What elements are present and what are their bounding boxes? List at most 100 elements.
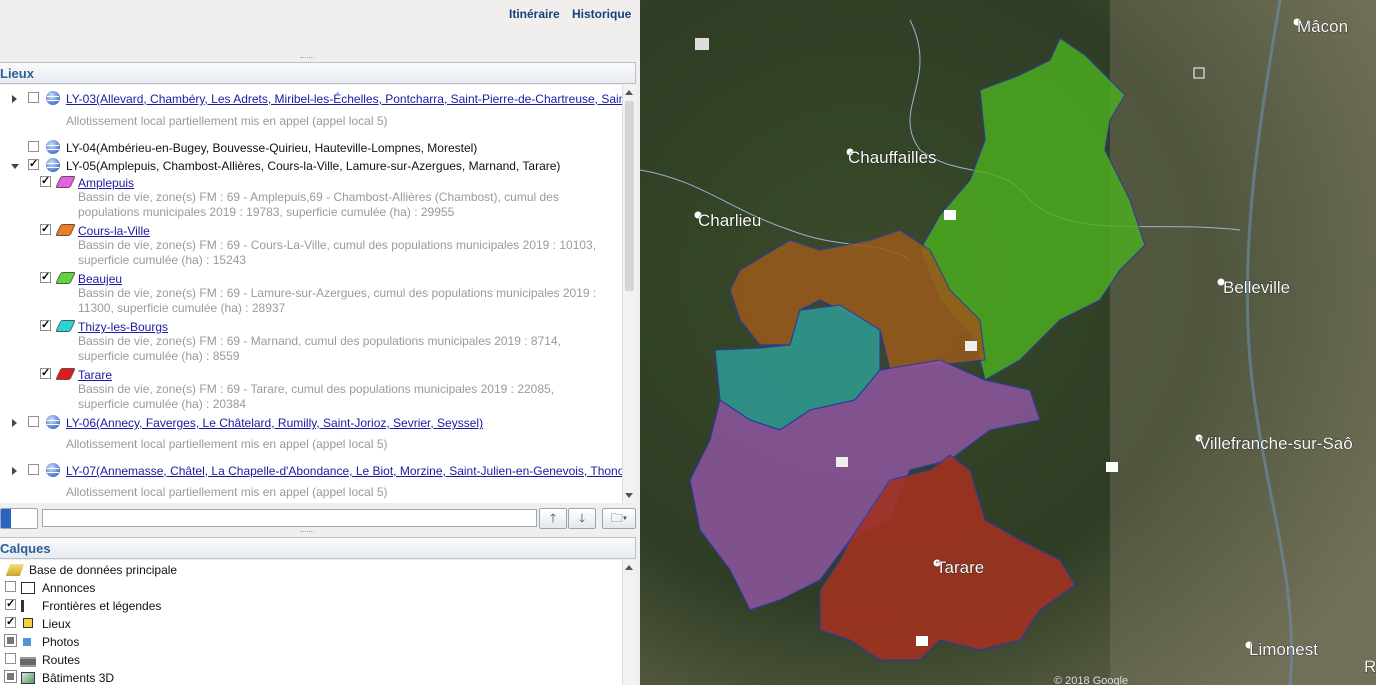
item-description: Allotissement local partiellement mis en… [66,114,388,128]
city-label: Villefranche-sur-Saô [1199,434,1353,453]
checkbox[interactable] [5,653,16,664]
item-label[interactable]: LY-06(Annecy, Faverges, Le Châtelard, Ru… [66,416,483,430]
item-label[interactable]: Amplepuis [78,176,134,190]
item-description: Allotissement local partiellement mis en… [66,485,388,499]
layer-root-label: Base de données principale [29,563,178,577]
checkbox[interactable] [28,464,39,475]
checkbox[interactable]: ✓ [40,368,51,379]
checkbox[interactable]: ✓ [40,176,51,187]
checkbox[interactable]: ✓ [40,320,51,331]
layers-header[interactable]: Calques [0,537,636,559]
polygon-icon [55,368,76,380]
splitter[interactable] [0,530,640,536]
city-label: Limonest [1249,640,1318,659]
expand-arrow-icon[interactable] [12,419,17,427]
globe-folder-icon [46,140,60,154]
sidebar: Itinéraire Historique Lieux LY-03(Alleva… [0,0,640,685]
itinerary-link[interactable]: Itinéraire [509,7,560,21]
expand-arrow-icon[interactable] [12,467,17,475]
globe-folder-icon [46,158,60,172]
flag-icon [21,600,24,612]
folder-button[interactable]: 🗀▾ [602,508,636,529]
checkbox[interactable]: ✓ [40,224,51,235]
polygon-icon [55,320,76,332]
museum-icon [695,38,709,50]
building-icon [21,672,35,684]
layer-label: Annonces [42,581,96,595]
city-label: Charlieu [698,211,761,230]
checkbox[interactable]: ✓ [28,159,39,170]
collapse-arrow-icon[interactable] [11,164,19,169]
checkbox[interactable]: ✓ [5,599,16,610]
camera-icon [916,636,928,646]
places-scrollbar[interactable] [622,85,636,503]
polygon-icon [55,176,76,188]
item-description: Bassin de vie, zone(s) FM : 69 - Lamure-… [78,286,597,315]
map-view[interactable]: Mâcon Chauffailles Charlieu Belleville V… [640,0,1376,685]
item-label[interactable]: Thizy-les-Bourgs [78,320,168,334]
checkbox[interactable]: ✓ [5,617,16,628]
item-label[interactable]: Tarare [78,368,112,382]
layers-title: Calques [0,541,51,556]
top-links-bar: Itinéraire Historique [0,0,640,60]
globe-folder-icon [46,415,60,429]
checkbox[interactable] [28,92,39,103]
city-label: Belleville [1223,278,1290,297]
layers-scrollbar[interactable] [622,560,636,685]
layer-label: Photos [42,635,80,649]
item-label[interactable]: LY-05(Amplepuis, Chambost-Allières, Cour… [66,159,560,173]
scroll-down-icon[interactable] [625,493,633,498]
places-tree: LY-03(Allevard, Chambéry, Les Adrets, Mi… [0,85,622,503]
move-up-button[interactable]: 🡑 [539,508,567,529]
scroll-up-icon[interactable] [625,90,633,95]
valley-area [1110,0,1376,685]
checkbox[interactable] [28,141,39,152]
item-label[interactable]: Cours-la-Ville [78,224,150,238]
view-toggle-button[interactable] [0,508,38,529]
item-label[interactable]: LY-03(Allevard, Chambéry, Les Adrets, Mi… [66,92,622,106]
item-label[interactable]: LY-07(Annemasse, Châtel, La Chapelle-d'A… [66,464,622,478]
museum-icon [836,457,848,467]
city-label: R [1364,657,1376,676]
city-label: Mâcon [1297,17,1348,36]
copyright-text: © 2018 Google [1054,675,1128,685]
envelope-icon [21,582,35,594]
layer-label: Bâtiments 3D [42,671,115,685]
place-square-icon [23,618,33,628]
layer-label: Lieux [42,617,71,631]
polygon-icon [55,272,76,284]
checkbox[interactable] [5,581,16,592]
layer-label: Frontières et légendes [42,599,162,613]
layers-tree: Base de données principale Annonces ✓ Fr… [0,560,622,685]
camera-icon [1106,462,1118,472]
move-down-button[interactable]: 🡓 [568,508,596,529]
polygon-icon [55,224,76,236]
road-icon [20,657,36,667]
item-description: Bassin de vie, zone(s) FM : 69 - Tarare,… [78,382,555,411]
places-header[interactable]: Lieux [0,62,636,84]
item-description: Bassin de vie, zone(s) FM : 69 - Marnand… [78,334,561,363]
city-label: Tarare [936,558,984,577]
globe-folder-icon [46,463,60,477]
checkbox[interactable]: ✓ [40,272,51,283]
photo-icon [23,638,31,646]
expand-arrow-icon[interactable] [12,95,17,103]
checkbox[interactable] [28,416,39,427]
places-search-input[interactable] [42,509,537,527]
history-link[interactable]: Historique [572,7,631,21]
scroll-up-icon[interactable] [625,565,633,570]
globe-folder-icon [46,91,60,105]
checkbox[interactable] [4,670,17,683]
scroll-thumb[interactable] [625,101,634,291]
checkbox[interactable] [4,634,17,647]
places-title: Lieux [0,66,34,81]
item-description: Bassin de vie, zone(s) FM : 69 - Cours-L… [78,238,597,267]
layers-stack-icon [5,564,25,576]
item-label[interactable]: LY-04(Ambérieu-en-Bugey, Bouvesse-Quirie… [66,141,477,155]
item-label[interactable]: Beaujeu [78,272,122,286]
city-label: Chauffailles [848,148,937,167]
layer-label: Routes [42,653,81,667]
item-description: Allotissement local partiellement mis en… [66,437,388,451]
camera-icon [944,210,956,220]
map-canvas[interactable]: Mâcon Chauffailles Charlieu Belleville V… [640,0,1376,685]
